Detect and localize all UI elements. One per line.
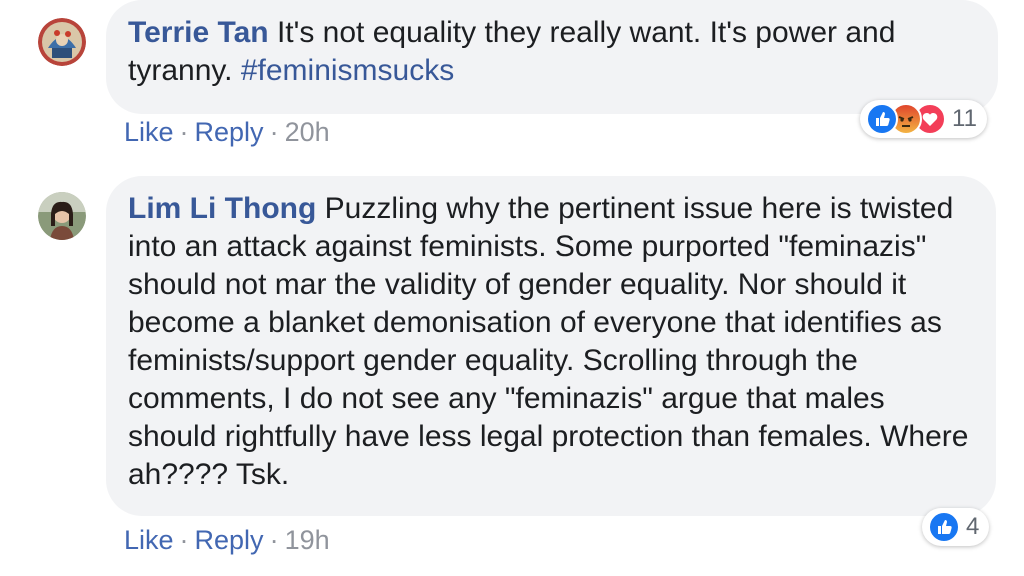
avatar-image [38,18,86,66]
comment-author[interactable]: Lim Li Thong [128,192,316,225]
like-icon [928,511,960,543]
comment-bubble: Terrie Tan It's not equality they really… [106,0,998,114]
comment-actions: Like · Reply · 19h [124,524,330,556]
avatar-image [38,192,86,240]
comment-timestamp[interactable]: 20h [285,117,330,147]
comment-timestamp[interactable]: 19h [285,525,330,555]
comment-text: Puzzling why the pertinent issue here is… [128,192,969,491]
comment-actions: Like · Reply · 20h [124,116,330,148]
separator: · [179,117,189,147]
avatar[interactable] [38,192,86,240]
separator: · [269,525,279,555]
comment-author[interactable]: Terrie Tan [128,16,269,49]
reactions-summary[interactable]: 4 [922,508,990,546]
reply-link[interactable]: Reply [195,525,264,555]
like-link[interactable]: Like [124,525,174,555]
reaction-count: 11 [952,105,977,132]
separator: · [269,117,279,147]
reactions-summary[interactable]: 11 [860,100,987,138]
like-icon [866,103,898,135]
avatar[interactable] [38,18,86,66]
reaction-count: 4 [966,513,980,540]
comment-bubble: Lim Li Thong Puzzling why the pertinent … [106,176,996,516]
hashtag-link[interactable]: #feminismsucks [241,54,454,87]
reply-link[interactable]: Reply [195,117,264,147]
separator: · [179,525,189,555]
like-link[interactable]: Like [124,117,174,147]
